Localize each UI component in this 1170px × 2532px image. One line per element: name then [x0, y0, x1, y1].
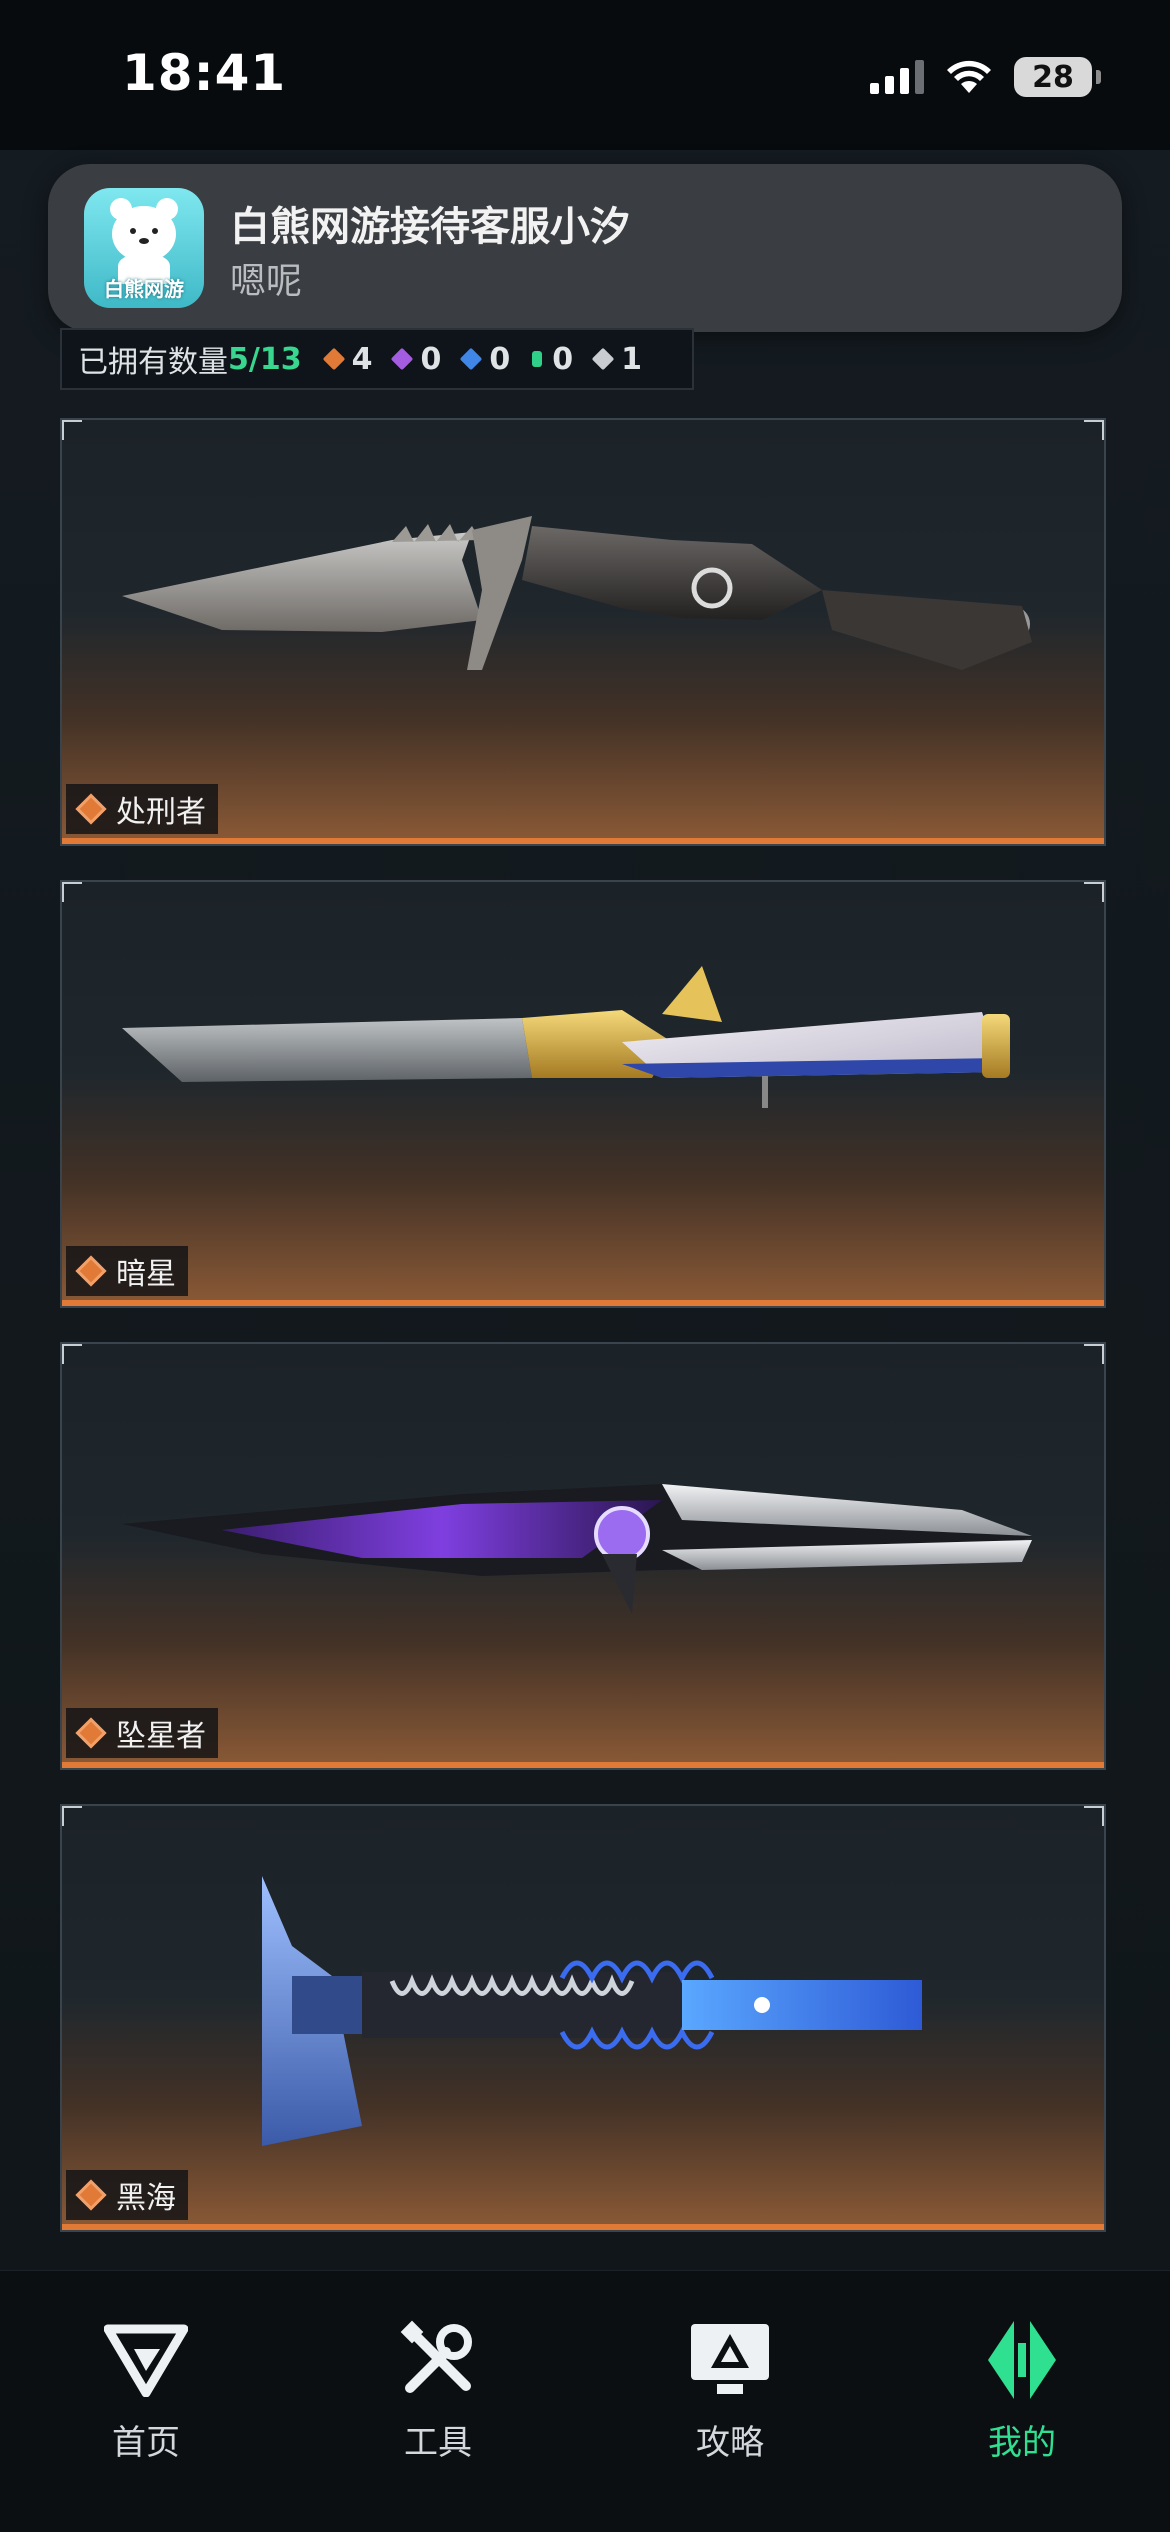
nav-label: 我的: [988, 2423, 1056, 2463]
notification-banner[interactable]: 白熊网游 白熊网游接待客服小汐 嗯呢: [48, 164, 1122, 332]
profile-logo-icon: [988, 2321, 1056, 2399]
rarity-grey: 1: [591, 342, 642, 377]
item-name: 黑海: [116, 2181, 176, 2216]
purple-blade-knife-icon: [122, 1484, 1032, 1614]
wifi-icon: [947, 60, 991, 93]
item-card[interactable]: 处刑者: [60, 418, 1106, 846]
serrated-combat-knife-icon: [122, 516, 1032, 670]
home-logo-icon: [104, 2324, 188, 2397]
rarity-blue: 0: [460, 342, 510, 377]
item-name: 暗星: [116, 1257, 176, 1292]
app-badge-text: 白熊网游: [104, 277, 184, 301]
item-tag: 黑海: [66, 2170, 188, 2220]
status-icons: 28: [870, 52, 1101, 102]
nav-tools[interactable]: 工具: [348, 2317, 528, 2464]
owned-count: 5/13: [228, 341, 302, 377]
status-time: 18:41: [122, 44, 287, 102]
item-card[interactable]: 黑海: [60, 1804, 1106, 2232]
signal-icon: [870, 60, 924, 94]
rarity-purple: 0: [391, 342, 441, 377]
notification-title: 白熊网游接待客服小汐: [230, 204, 630, 250]
blue-tactical-axe-icon: [262, 1876, 922, 2146]
nav-guide[interactable]: 攻略: [640, 2317, 820, 2464]
item-tag: 暗星: [66, 1246, 188, 1296]
owned-label: 已拥有数量: [78, 345, 228, 380]
rarity-orange: 4: [322, 342, 372, 377]
item-tag: 处刑者: [66, 784, 218, 834]
item-card[interactable]: 暗星: [60, 880, 1106, 1308]
item-tag: 坠星者: [66, 1708, 218, 1758]
battery-icon: 28: [1014, 57, 1101, 97]
nav-label: 首页: [112, 2423, 180, 2463]
nav-label: 工具: [404, 2423, 472, 2463]
tools-icon: [400, 2320, 472, 2393]
status-bar: 18:41 28: [0, 0, 1170, 150]
gold-eagle-dagger-icon: [122, 966, 1010, 1108]
nav-mine[interactable]: 我的: [932, 2317, 1112, 2464]
guide-monitor-icon: [691, 2324, 769, 2394]
app-icon: 白熊网游: [84, 188, 204, 308]
owned-summary: 已拥有数量 5/13 4 0 0 0 1: [60, 328, 694, 390]
item-card[interactable]: 坠星者: [60, 1342, 1106, 1770]
item-name: 处刑者: [116, 795, 206, 830]
nav-home[interactable]: 首页: [56, 2317, 236, 2464]
bottom-nav: 首页 工具 攻略 我的: [0, 2270, 1170, 2532]
item-name: 坠星者: [116, 1719, 206, 1754]
notification-body: 嗯呢: [230, 261, 303, 302]
nav-label: 攻略: [696, 2423, 764, 2463]
rarity-green: 0: [532, 342, 573, 377]
